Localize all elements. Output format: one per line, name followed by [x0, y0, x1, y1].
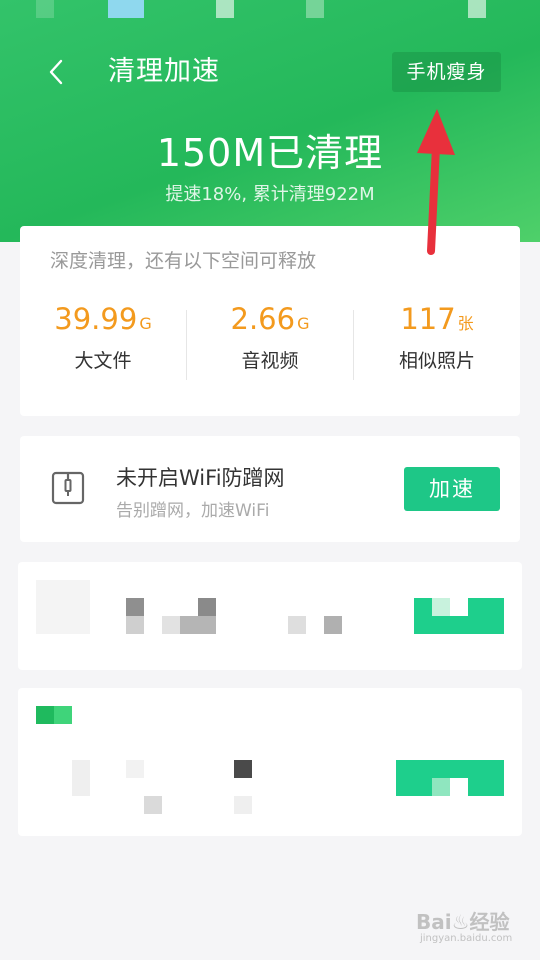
stat-unit: G — [297, 314, 310, 333]
stat-value: 39.99 — [54, 302, 138, 336]
status-bar — [0, 0, 540, 20]
blurred-pixel — [126, 598, 144, 616]
watermark-logo-text: Bai♨经验 — [416, 910, 510, 934]
stat-value: 2.66 — [230, 302, 296, 336]
blurred-pixel — [198, 598, 216, 616]
blurred-card[interactable] — [18, 562, 522, 670]
status-pixel — [306, 0, 324, 18]
stat-unit: 张 — [457, 314, 474, 333]
blurred-pixel — [234, 796, 252, 814]
blurred-pixel — [162, 616, 180, 634]
stat-label: 大文件 — [74, 350, 132, 372]
blurred-pixel — [450, 598, 468, 616]
stat-value: 117 — [400, 302, 456, 336]
stat-similar-photos[interactable]: 117 张 相似照片 — [354, 302, 520, 373]
red-arrow-annotation — [417, 109, 455, 255]
phone-slim-button[interactable]: 手机瘦身 — [392, 52, 501, 92]
blurred-card[interactable] — [18, 688, 522, 836]
status-pixel — [468, 0, 486, 18]
speed-up-button[interactable]: 加速 — [404, 467, 500, 511]
baidu-jingyan-watermark: Bai♨经验 jingyan.baidu.com — [416, 900, 526, 950]
blurred-pixel — [72, 760, 90, 796]
watermark-url: jingyan.baidu.com — [420, 933, 513, 944]
blurred-pixel — [450, 778, 468, 796]
blurred-thumbnail — [36, 580, 90, 634]
stat-label: 相似照片 — [398, 350, 475, 372]
device-frame-icon — [51, 471, 85, 505]
blurred-pixel — [144, 796, 162, 814]
chevron-left-icon — [49, 59, 63, 85]
blurred-pixel — [36, 706, 54, 724]
blurred-pixel — [234, 760, 252, 778]
status-pixel — [216, 0, 234, 18]
stat-unit: G — [139, 314, 152, 333]
blurred-pixel — [432, 778, 450, 796]
blurred-pixel — [54, 706, 72, 724]
page-title: 清理加速 — [108, 56, 220, 87]
stat-audio-video[interactable]: 2.66 G 音视频 — [187, 302, 353, 373]
stat-large-files[interactable]: 39.99 G 大文件 — [20, 302, 186, 373]
blurred-pixel — [288, 616, 306, 634]
wifi-card-title: 未开启WiFi防蹭网 — [116, 466, 285, 490]
status-pixel — [108, 0, 144, 18]
wifi-protect-card: 未开启WiFi防蹭网 告别蹭网，加速WiFi 加速 — [20, 436, 520, 542]
back-button[interactable] — [36, 52, 76, 92]
blurred-pixel — [324, 616, 342, 634]
blurred-pixel — [126, 616, 144, 634]
status-pixel — [36, 0, 54, 18]
blurred-pixel — [126, 760, 144, 778]
wifi-card-subtitle: 告别蹭网，加速WiFi — [116, 501, 270, 521]
blurred-pixel — [432, 598, 450, 616]
blurred-pixel — [180, 616, 216, 634]
deep-clean-title: 深度清理，还有以下空间可释放 — [50, 250, 317, 272]
stat-label: 音视频 — [241, 350, 299, 372]
